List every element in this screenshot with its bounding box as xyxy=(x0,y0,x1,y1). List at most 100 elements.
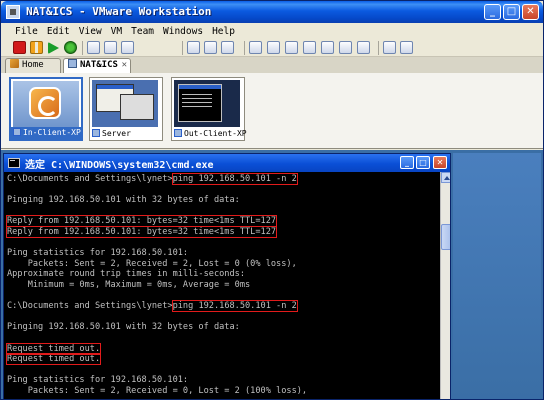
menu-windows[interactable]: Windows xyxy=(163,26,203,37)
clone-icon[interactable] xyxy=(204,41,217,54)
vm-name: In-Client-XP xyxy=(23,128,81,137)
vm-thumbnail-server[interactable]: Server xyxy=(89,77,163,141)
cmd-close-button[interactable]: ✕ xyxy=(433,156,447,169)
cmd-line xyxy=(7,365,440,376)
cmd-icon xyxy=(8,158,20,168)
cmd-line-text: Packets: Sent = 2, Received = 2, Lost = … xyxy=(7,258,297,269)
thumbnail-bar-icon[interactable] xyxy=(321,41,334,54)
cmd-line-text: Pinging 192.168.50.101 with 32 bytes of … xyxy=(7,195,240,206)
menu-file[interactable]: File xyxy=(15,26,38,37)
cmd-line: Reply from 192.168.50.101: bytes=32 time… xyxy=(5,215,440,228)
summary-view-icon[interactable] xyxy=(285,41,298,54)
menu-help[interactable]: Help xyxy=(212,26,235,37)
menu-vm[interactable]: VM xyxy=(111,26,122,37)
cmd-line: Packets: Sent = 2, Received = 0, Lost = … xyxy=(7,386,440,397)
cmd-line: C:\Documents and Settings\lynet>ping 192… xyxy=(7,173,440,185)
cmd-output[interactable]: C:\Documents and Settings\lynet>ping 192… xyxy=(4,172,440,399)
cmd-minimize-button[interactable]: _ xyxy=(400,156,414,169)
cmd-line: Packets: Sent = 2, Received = 2, Lost = … xyxy=(7,259,440,270)
highlighted-text: Reply from 192.168.50.101: bytes=32 time… xyxy=(5,225,278,238)
menu-view[interactable]: View xyxy=(79,26,102,37)
preview-window xyxy=(120,94,154,120)
vm-thumbnail-out-client-xp[interactable]: Out-Client-XP xyxy=(171,77,247,141)
minimize-button[interactable]: _ xyxy=(484,4,501,20)
cmd-scrollbar[interactable] xyxy=(440,172,450,399)
vm-thumbnail-label: In-Client-XP xyxy=(11,127,81,139)
vm-icon xyxy=(92,129,100,137)
team-icon[interactable] xyxy=(187,41,200,54)
vmware-workstation-window: NAT&ICS - VMware Workstation _ □ ✕ File … xyxy=(0,0,544,400)
cmd-line xyxy=(7,185,440,196)
unity-icon[interactable] xyxy=(357,41,370,54)
highlighted-text: Request timed out. xyxy=(5,342,102,355)
toolbar-separator xyxy=(378,41,379,55)
scroll-thumb[interactable] xyxy=(441,224,450,250)
snapshot-manager-icon[interactable] xyxy=(121,41,134,54)
cmd-line-text: Packets: Sent = 2, Received = 0, Lost = … xyxy=(7,385,308,396)
cmd-line xyxy=(7,238,440,249)
tab-home[interactable]: Home xyxy=(5,58,61,73)
cmd-line: Request timed out. xyxy=(5,342,440,355)
cmd-line: Request timed out. xyxy=(5,353,440,366)
home-icon xyxy=(10,59,19,68)
vmware-app-icon xyxy=(6,5,20,19)
tab-close-icon[interactable]: ✕ xyxy=(122,59,127,72)
cmd-title: 选定 C:\WINDOWS\system32\cmd.exe xyxy=(25,160,214,171)
show-sidebar-icon[interactable] xyxy=(249,41,262,54)
console-icon[interactable] xyxy=(383,41,396,54)
vm-thumbnail-in-client-xp[interactable]: In-Client-XP xyxy=(9,77,83,141)
toolbar-separator xyxy=(182,41,183,55)
close-button[interactable]: ✕ xyxy=(522,4,539,20)
scroll-up-icon[interactable] xyxy=(441,172,450,183)
window-title: NAT&ICS - VMware Workstation xyxy=(26,5,212,18)
menu-edit[interactable]: Edit xyxy=(47,26,70,37)
cmd-line: Ping statistics for 192.168.50.101: xyxy=(7,248,440,259)
suspend-icon[interactable] xyxy=(30,41,43,54)
quick-switch-icon[interactable] xyxy=(267,41,280,54)
cmd-maximize-button[interactable]: □ xyxy=(416,156,430,169)
console-view-icon[interactable] xyxy=(303,41,316,54)
power-on-icon[interactable] xyxy=(48,42,59,54)
tab-nat-ics-label: NAT&ICS xyxy=(80,60,118,70)
vm-screen-preview xyxy=(174,80,240,127)
title-bar[interactable]: NAT&ICS - VMware Workstation _ □ ✕ xyxy=(1,1,543,23)
cmd-line-text: Pinging 192.168.50.101 with 32 bytes of … xyxy=(7,322,240,333)
settings-icon[interactable] xyxy=(400,41,413,54)
reset-icon[interactable] xyxy=(64,41,77,54)
fullscreen-icon[interactable] xyxy=(339,41,352,54)
cmd-line-text: C:\Documents and Settings\lynet> xyxy=(7,174,173,184)
cmd-window[interactable]: 选定 C:\WINDOWS\system32\cmd.exe _ □ ✕ C:\… xyxy=(3,153,451,399)
cmd-line: Reply from 192.168.50.101: bytes=32 time… xyxy=(5,225,440,238)
toolbar xyxy=(1,39,543,57)
cmd-line xyxy=(7,291,440,302)
cmd-line-text: Approximate round trip times in milli-se… xyxy=(7,269,245,280)
highlighted-text: ping 192.168.50.101 -n 2 xyxy=(171,173,298,185)
cmd-line: Pinging 192.168.50.101 with 32 bytes of … xyxy=(7,195,440,206)
cmd-line: Approximate round trip times in milli-se… xyxy=(7,269,440,280)
cmd-line xyxy=(7,312,440,323)
toolbar-separator xyxy=(82,41,83,55)
cmd-line xyxy=(7,333,440,344)
cmd-title-bar[interactable]: 选定 C:\WINDOWS\system32\cmd.exe _ □ ✕ xyxy=(4,154,450,172)
cmd-line: Pinging 192.168.50.101 with 32 bytes of … xyxy=(7,322,440,333)
maximize-button[interactable]: □ xyxy=(503,4,520,20)
menu-bar: File Edit View VM Team Windows Help xyxy=(1,23,543,39)
revert-snapshot-icon[interactable] xyxy=(104,41,117,54)
menu-team[interactable]: Team xyxy=(131,26,154,37)
guest-desktop xyxy=(453,153,541,399)
team-tab-icon xyxy=(68,59,77,68)
cmd-line: Minimum = 0ms, Maximum = 0ms, Average = … xyxy=(7,280,440,291)
vm-thumbnail-label: Server xyxy=(90,128,162,140)
cmd-line-text: C:\Documents and Settings\lynet> xyxy=(7,301,173,312)
vm-console[interactable]: 选定 C:\WINDOWS\system32\cmd.exe _ □ ✕ C:\… xyxy=(1,150,543,399)
snapshot-icon[interactable] xyxy=(87,41,100,54)
cmd-line xyxy=(7,206,440,217)
power-off-icon[interactable] xyxy=(13,41,26,54)
cmd-line: Ping statistics for 192.168.50.101: xyxy=(7,375,440,386)
tab-bar: Home NAT&ICS ✕ xyxy=(1,57,543,73)
tab-nat-ics[interactable]: NAT&ICS ✕ xyxy=(63,58,131,73)
vm-thumbnail-label: Out-Client-XP xyxy=(172,128,247,140)
toolbar-separator xyxy=(244,41,245,55)
record-icon[interactable] xyxy=(221,41,234,54)
preview-console xyxy=(178,84,222,122)
